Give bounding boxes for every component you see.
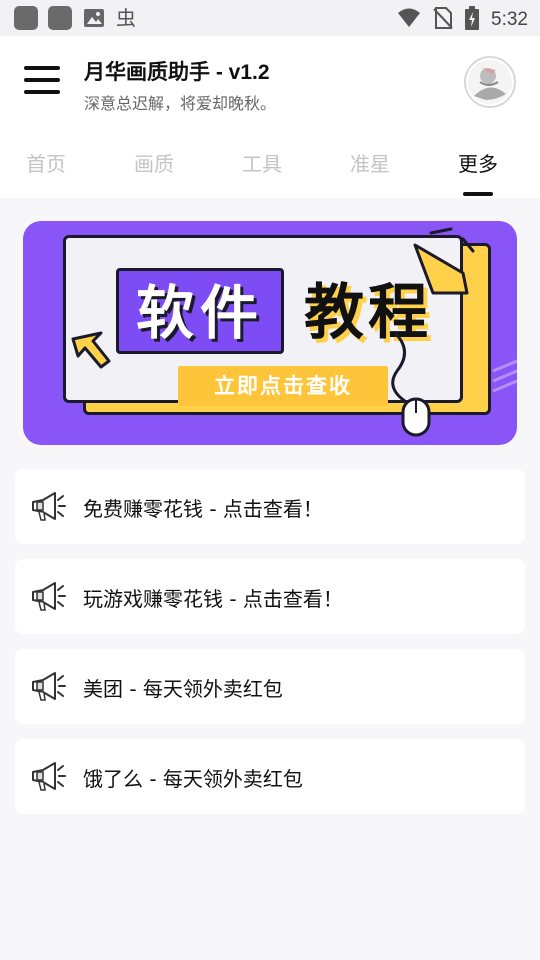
cursor-arrow-icon	[71, 331, 111, 369]
list-item-label: 免费赚零花钱 - 点击查看！	[83, 497, 323, 521]
tab-crosshair[interactable]: 准星	[330, 148, 410, 177]
avatar[interactable]	[464, 56, 516, 108]
clock: 5:32	[491, 9, 528, 30]
app-subtitle: 深意总迟解，将爱却晚秋。	[84, 94, 277, 113]
status-bar: 虫 5:32	[0, 0, 540, 36]
no-sim-icon	[433, 6, 453, 34]
wifi-icon	[397, 7, 421, 33]
list-item-free-money[interactable]: 免费赚零花钱 - 点击查看！	[15, 469, 525, 544]
battery-icon	[465, 6, 480, 34]
megaphone-icon	[29, 580, 67, 612]
megaphone-icon	[29, 670, 67, 702]
app-title: 月华画质助手 - v1.2	[84, 61, 270, 84]
menu-button[interactable]	[24, 64, 60, 96]
tab-quality[interactable]: 画质	[114, 148, 194, 177]
notification-app-icon	[14, 6, 38, 30]
list-item-label: 饿了么 - 每天领外卖红包	[83, 767, 303, 791]
list-item-meituan[interactable]: 美团 - 每天领外卖红包	[15, 649, 525, 724]
megaphone-icon	[29, 490, 67, 522]
notification-app-icon	[48, 6, 72, 30]
tab-tools[interactable]: 工具	[222, 148, 302, 177]
list-item-game-money[interactable]: 玩游戏赚零花钱 - 点击查看！	[15, 559, 525, 634]
mouse-icon	[391, 331, 431, 437]
list-item-label: 美团 - 每天领外卖红包	[83, 677, 283, 701]
banner-decoration	[71, 227, 517, 437]
list-item-eleme[interactable]: 饿了么 - 每天领外卖红包	[15, 739, 525, 814]
tab-home[interactable]: 首页	[6, 148, 86, 177]
tab-more[interactable]: 更多	[438, 148, 518, 177]
megaphone-icon	[413, 227, 475, 295]
megaphone-icon	[29, 760, 67, 792]
app-header: 月华画质助手 - v1.2 深意总迟解，将爱却晚秋。	[0, 36, 540, 126]
tab-bar: 首页 画质 工具 准星 更多	[0, 126, 540, 198]
tab-indicator	[463, 192, 493, 196]
tutorial-banner[interactable]: 软件 教程 立即点击查收	[23, 221, 517, 445]
bug-icon: 虫	[116, 6, 136, 30]
image-icon	[82, 6, 106, 30]
list-item-label: 玩游戏赚零花钱 - 点击查看！	[83, 587, 343, 611]
